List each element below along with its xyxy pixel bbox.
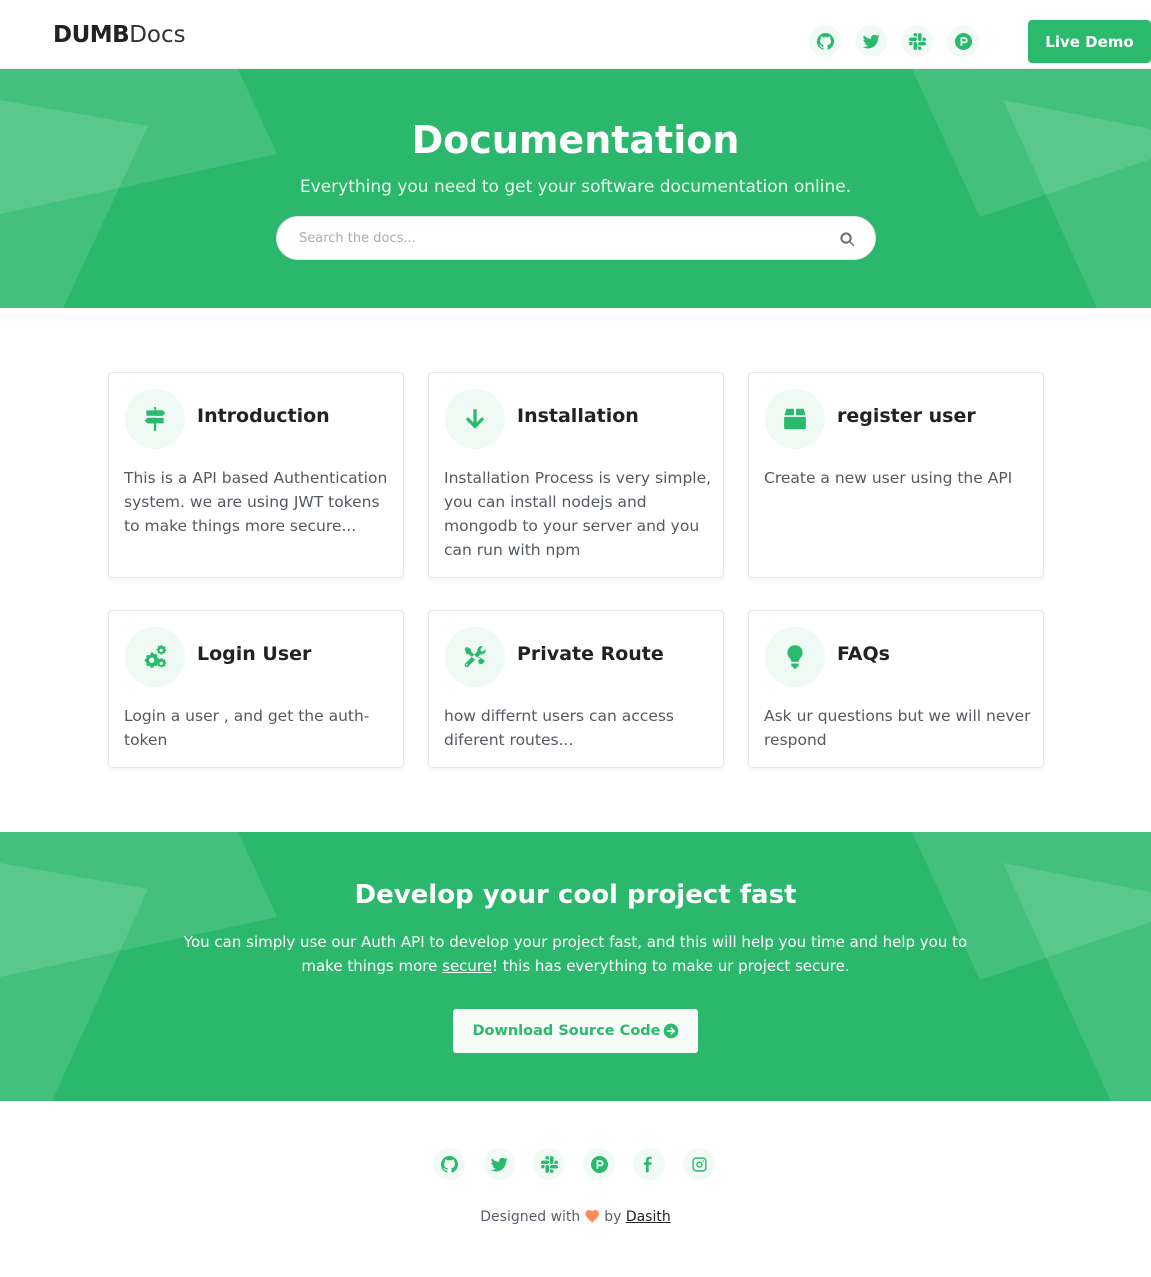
- twitter-icon[interactable]: [483, 1148, 515, 1180]
- search-icon[interactable]: [837, 229, 857, 249]
- card-description: This is a API based Authentication syste…: [124, 469, 388, 535]
- product-hunt-icon[interactable]: [947, 25, 979, 57]
- signpost-icon: [125, 389, 185, 449]
- hero-section: Documentation Everything you need to get…: [0, 69, 1151, 308]
- cta-section: Develop your cool project fast You can s…: [0, 832, 1151, 1101]
- arrow-circle-right-icon: [663, 1023, 678, 1039]
- download-source-button[interactable]: Download Source Code: [453, 1009, 698, 1053]
- slack-icon[interactable]: [533, 1148, 565, 1180]
- card-title: Installation: [517, 405, 639, 427]
- card-description: Installation Process is very simple, you…: [444, 469, 712, 559]
- page-title: Documentation: [411, 118, 740, 162]
- card-title: Introduction: [197, 405, 330, 427]
- card-title: Private Route: [517, 643, 664, 665]
- lightbulb-icon: [765, 627, 825, 687]
- github-icon[interactable]: [809, 25, 841, 57]
- arrow-down-icon: [445, 389, 505, 449]
- search-input[interactable]: [299, 217, 819, 259]
- site-header: DUMBDocs Live Demo: [0, 0, 1151, 69]
- card-faqs[interactable]: FAQs Ask ur questions but we will never …: [748, 610, 1044, 768]
- card-description: Ask ur questions but we will never respo…: [764, 707, 1031, 749]
- cogs-icon: [125, 627, 185, 687]
- card-register-user[interactable]: register user Create a new user using th…: [748, 372, 1044, 578]
- footer-social-links: [433, 1148, 715, 1180]
- card-login-user[interactable]: Login User Login a user , and get the au…: [108, 610, 404, 768]
- card-description: Create a new user using the API: [764, 469, 1013, 487]
- card-title: register user: [837, 405, 976, 427]
- box-icon: [765, 389, 825, 449]
- live-demo-button[interactable]: Live Demo: [1028, 20, 1151, 63]
- cta-title: Develop your cool project fast: [354, 880, 797, 910]
- page-subtitle: Everything you need to get your software…: [299, 177, 852, 197]
- header-social-links: [809, 25, 979, 57]
- card-title: FAQs: [837, 643, 890, 665]
- card-installation[interactable]: Installation Installation Process is ver…: [428, 372, 724, 578]
- site-logo[interactable]: DUMBDocs: [53, 21, 186, 49]
- facebook-icon[interactable]: [633, 1148, 665, 1180]
- twitter-icon[interactable]: [855, 25, 887, 57]
- product-hunt-icon[interactable]: [583, 1148, 615, 1180]
- footer-credit: Designed with by Dasith: [480, 1209, 671, 1225]
- card-title: Login User: [197, 643, 312, 665]
- tools-icon: [445, 627, 505, 687]
- card-description: how differnt users can access diferent r…: [444, 707, 675, 749]
- slack-icon[interactable]: [901, 25, 933, 57]
- heart-icon: [585, 1210, 600, 1223]
- card-description: Login a user , and get the auth-token: [124, 707, 370, 749]
- github-icon[interactable]: [433, 1148, 465, 1180]
- card-introduction[interactable]: Introduction This is a API based Authent…: [108, 372, 404, 578]
- secure-link[interactable]: secure: [442, 957, 492, 975]
- instagram-icon[interactable]: [683, 1148, 715, 1180]
- card-private-route[interactable]: Private Route how differnt users can acc…: [428, 610, 724, 768]
- search-box: [276, 216, 876, 260]
- cta-text: You can simply use our Auth API to devel…: [183, 933, 968, 975]
- download-source-label: Download Source Code: [472, 1023, 661, 1039]
- author-link[interactable]: Dasith: [626, 1209, 671, 1225]
